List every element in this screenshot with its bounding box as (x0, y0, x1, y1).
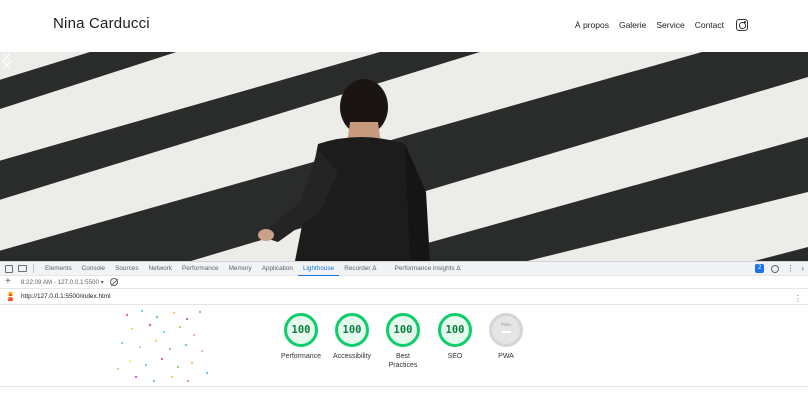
new-report-plus-icon[interactable]: + (5, 277, 11, 287)
nav-link-service[interactable]: Service (656, 20, 684, 30)
tab-console[interactable]: Console (77, 262, 110, 276)
instagram-icon[interactable] (736, 19, 748, 31)
tab-sources[interactable]: Sources (110, 262, 143, 276)
tab-performance-insights[interactable]: Performance insights Δ (390, 262, 466, 276)
more-options-icon[interactable]: ⋮ (786, 264, 794, 273)
hero-carousel (0, 52, 808, 261)
gauge-label-best-practices: Best Practices (388, 353, 418, 369)
tab-elements[interactable]: Elements (40, 262, 77, 276)
devtools-actions: 2 ⋮ › (754, 264, 804, 273)
issues-badge[interactable]: 2 (754, 264, 765, 273)
report-more-options-icon[interactable]: ⋮ (794, 294, 802, 303)
pwa-badge-text: PWA (500, 322, 512, 327)
nav-link-contact[interactable]: Contact (695, 20, 724, 30)
report-url: http://127.0.0.1:5500/index.html (21, 293, 111, 300)
lighthouse-url-bar: http://127.0.0.1:5500/index.html (0, 289, 808, 305)
device-toolbar-icon[interactable] (18, 265, 27, 272)
inspect-element-icon[interactable] (5, 264, 13, 273)
tab-recorder[interactable]: Recorder Δ (339, 262, 381, 276)
lighthouse-logo-icon (8, 291, 13, 301)
score-seo: 100 (438, 313, 472, 347)
hero-image (0, 52, 808, 261)
close-devtools-icon[interactable]: › (801, 264, 804, 273)
devtools-panel: Elements Console Sources Network Perform… (0, 261, 808, 400)
confetti-icon (117, 310, 209, 382)
nav-link-galerie[interactable]: Galerie (619, 20, 646, 30)
divider (0, 386, 808, 387)
chevron-right-icon[interactable] (0, 52, 14, 70)
gauge-best-practices[interactable]: 100 Best Practices (373, 313, 433, 370)
divider (33, 264, 34, 273)
pwa-dash-icon (501, 330, 511, 333)
site-title[interactable]: Nina Carducci (53, 15, 150, 32)
lighthouse-toolbar: + 8:22:09 AM - 127.0.0.1:5500 ▾ (0, 276, 808, 289)
lighthouse-scores: 100 Performance 100 Accessibility 100 Be… (0, 305, 808, 387)
gauge-pwa[interactable]: PWA PWA (476, 313, 536, 361)
report-select[interactable]: 8:22:09 AM - 127.0.0.1:5500 ▾ (21, 279, 104, 286)
score-accessibility: 100 (335, 313, 369, 347)
nav-link-a-propos[interactable]: À propos (575, 20, 609, 30)
gauge-label-pwa: PWA (498, 353, 514, 360)
clear-reports-icon[interactable] (109, 278, 118, 286)
score-performance: 100 (284, 313, 318, 347)
devtools-tab-bar: Elements Console Sources Network Perform… (0, 262, 808, 276)
tab-memory[interactable]: Memory (224, 262, 257, 276)
tab-network[interactable]: Network (144, 262, 177, 276)
tab-performance[interactable]: Performance (177, 262, 224, 276)
score-pwa: PWA (489, 313, 523, 347)
settings-gear-icon[interactable] (771, 264, 780, 273)
score-best-practices: 100 (386, 313, 420, 347)
site-nav: À propos Galerie Service Contact (575, 19, 748, 31)
site-header: Nina Carducci À propos Galerie Service C… (0, 0, 808, 52)
tab-lighthouse[interactable]: Lighthouse (297, 262, 340, 276)
tab-application[interactable]: Application (257, 262, 298, 276)
